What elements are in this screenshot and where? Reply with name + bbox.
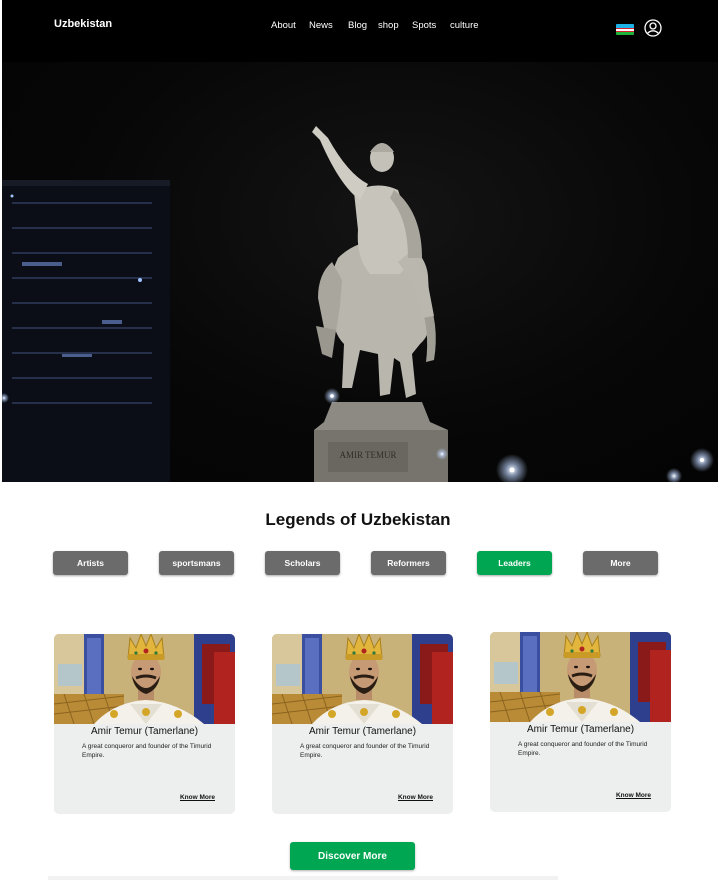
legend-card[interactable]: Amir Temur (Tamerlane) A great conqueror…: [54, 634, 235, 814]
nav-link-spots[interactable]: Spots: [412, 20, 436, 31]
legend-card[interactable]: Amir Temur (Tamerlane) A great conqueror…: [272, 634, 453, 814]
legend-card[interactable]: Amir Temur (Tamerlane) A great conqueror…: [490, 632, 671, 812]
hero-banner: AMIR TEMUR Uzbekistan About News Blog sh…: [2, 0, 718, 482]
legend-portrait-image: [490, 632, 671, 722]
user-profile-icon[interactable]: [644, 19, 662, 37]
uzbekistan-flag-icon[interactable]: [616, 24, 634, 35]
tab-leaders[interactable]: Leaders: [477, 551, 552, 575]
site-brand-logo[interactable]: Uzbekistan: [54, 18, 112, 30]
know-more-link[interactable]: Know More: [398, 794, 433, 801]
legend-description: A great conqueror and founder of the Tim…: [82, 743, 212, 759]
legend-name: Amir Temur (Tamerlane): [308, 726, 417, 737]
nav-link-news[interactable]: News: [309, 20, 333, 31]
nav-link-shop[interactable]: shop: [378, 20, 399, 31]
tab-reformers[interactable]: Reformers: [371, 551, 446, 575]
nav-link-about[interactable]: About: [271, 20, 296, 31]
know-more-link[interactable]: Know More: [180, 794, 215, 801]
legend-description: A great conqueror and founder of the Tim…: [300, 743, 430, 759]
top-navbar: Uzbekistan About News Blog shop Spots cu…: [2, 0, 718, 62]
tab-scholars[interactable]: Scholars: [265, 551, 340, 575]
know-more-link[interactable]: Know More: [616, 792, 651, 799]
hero-image-amir-temur-monument: AMIR TEMUR: [2, 126, 714, 482]
monument-plaque-text: AMIR TEMUR: [339, 450, 396, 460]
legend-name: Amir Temur (Tamerlane): [90, 726, 199, 737]
legend-portrait-image: [272, 634, 453, 724]
tab-artists[interactable]: Artists: [53, 551, 128, 575]
legend-name: Amir Temur (Tamerlane): [526, 724, 635, 735]
legend-portrait-image: [54, 634, 235, 724]
section-title: Legends of Uzbekistan: [265, 510, 451, 529]
discover-more-button[interactable]: Discover More: [290, 842, 415, 870]
nav-link-culture[interactable]: culture: [450, 20, 479, 31]
footer-edge: [48, 876, 558, 880]
nav-link-blog[interactable]: Blog: [348, 20, 367, 31]
tab-more[interactable]: More: [583, 551, 658, 575]
tab-sportsmans[interactable]: sportsmans: [159, 551, 234, 575]
legend-description: A great conqueror and founder of the Tim…: [518, 741, 648, 757]
